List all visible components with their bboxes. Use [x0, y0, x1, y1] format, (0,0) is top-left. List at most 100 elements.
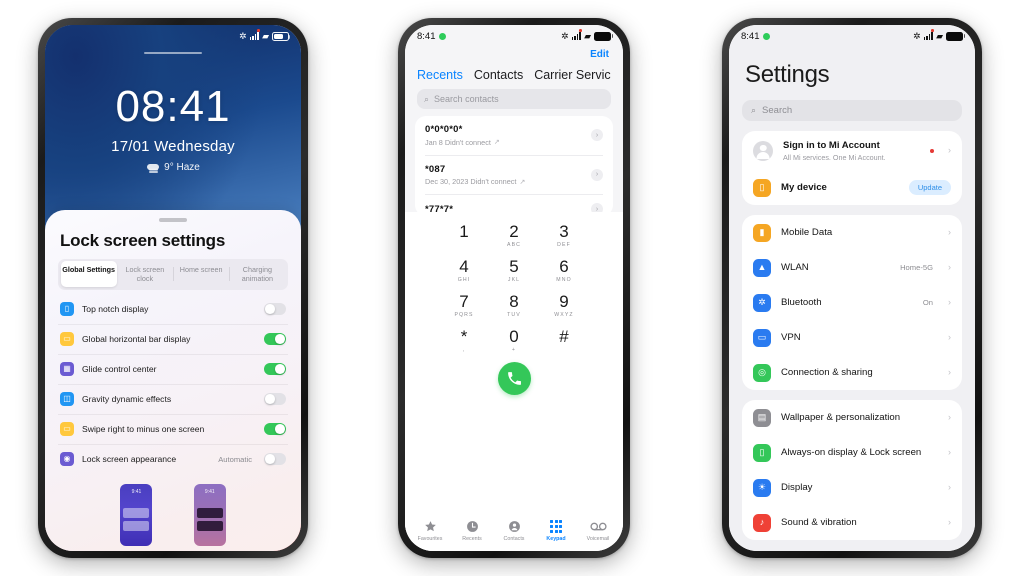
tab-contacts-bottom[interactable]: Contacts — [494, 520, 534, 542]
clock-icon — [452, 520, 492, 534]
tab-favourites[interactable]: Favourites — [410, 520, 450, 542]
lock-icon: ▯ — [753, 443, 771, 462]
tab-global-settings[interactable]: Global Settings — [60, 261, 117, 287]
row-bluetooth[interactable]: ✲ Bluetooth On › — [753, 285, 951, 320]
dial-key-0[interactable]: 0 + — [489, 328, 539, 353]
tab-recents-bottom[interactable]: Recents — [452, 520, 492, 542]
row-display[interactable]: ☀ Display › — [753, 470, 951, 505]
toggle-lock-screen-appearance[interactable] — [264, 452, 286, 466]
call-list-item[interactable]: 0*0*0*0* Jan 8 Didn't connect ↗ › — [425, 116, 603, 156]
setting-row-gravity-dynamic-effects[interactable]: ◫ Gravity dynamic effects — [58, 385, 288, 415]
chevron-right-icon: › — [948, 447, 951, 457]
dial-key-hash[interactable]: # — [539, 328, 589, 353]
dial-key-2[interactable]: 2 ABC — [489, 223, 539, 248]
tab-contacts[interactable]: Contacts — [474, 68, 523, 82]
dial-key-1[interactable]: 1 — [439, 223, 489, 248]
keypad-icon — [536, 520, 576, 534]
appearance-mode-picker: 9:41 Light mode 9:41 Dark mode — [58, 483, 288, 552]
call-info-button[interactable]: › — [591, 129, 603, 142]
dial-key-7[interactable]: 7 PQRS — [439, 293, 489, 318]
mode-option-light[interactable]: 9:41 Light mode — [117, 483, 157, 552]
tab-keypad[interactable]: Keypad — [536, 520, 576, 542]
device-label: My device — [781, 182, 827, 193]
row-sound-vibration[interactable]: ♪ Sound & vibration › — [753, 505, 951, 540]
toggle-global-horizontal-bar-display[interactable] — [264, 332, 286, 346]
bar-icon: ▭ — [60, 332, 74, 346]
dial-key-9[interactable]: 9 WXYZ — [539, 293, 589, 318]
setting-row-swipe-right-minus-one[interactable]: ▭ Swipe right to minus one screen — [58, 415, 288, 445]
signal-icon — [571, 29, 583, 40]
dial-key-5[interactable]: 5 JKL — [489, 258, 539, 283]
cloud-icon — [146, 163, 160, 173]
appearance-value: Automatic — [218, 454, 252, 464]
search-contacts-input[interactable]: ⌕ Search contacts — [417, 89, 611, 109]
dial-key-8[interactable]: 8 TUV — [489, 293, 539, 318]
search-icon: ⌕ — [424, 93, 430, 104]
toggle-swipe-right-minus-one[interactable] — [264, 422, 286, 436]
row-wallpaper-personalization[interactable]: ▤ Wallpaper & personalization › — [753, 400, 951, 435]
call-list-item[interactable]: *087 Dec 30, 2023 Didn't connect ↗ › — [425, 156, 603, 195]
tab-home-screen[interactable]: Home screen — [173, 261, 229, 287]
search-placeholder: Search — [762, 105, 793, 116]
notification-dot — [930, 148, 934, 153]
tab-charging-animation[interactable]: Charging animation — [229, 261, 285, 287]
signal-icon — [923, 29, 935, 40]
bluetooth-icon: ✲ — [561, 30, 569, 41]
bluetooth-icon: ✲ — [239, 30, 247, 41]
edit-button[interactable]: Edit — [417, 49, 611, 60]
setting-row-glide-control-center[interactable]: ▦ Glide control center — [58, 355, 288, 385]
dial-key-3[interactable]: 3 DEF — [539, 223, 589, 248]
dialer-tab-bar: Recents Contacts Carrier Servic — [417, 68, 611, 82]
settings-search-input[interactable]: ⌕ Search — [742, 100, 962, 121]
tab-voicemail[interactable]: Voicemail — [578, 520, 618, 542]
row-sign-in-mi-account[interactable]: Sign in to Mi Account All Mi services. O… — [753, 131, 951, 170]
avatar — [753, 140, 773, 161]
mode-option-dark[interactable]: 9:41 Dark mode — [190, 483, 229, 552]
phone2-status-bar: 8:41 ✲ ▰ — [405, 25, 623, 47]
settings-tab-bar: Global Settings Lock screen clock Home s… — [58, 258, 288, 290]
green-dot-icon — [438, 32, 446, 40]
lock-screen-settings-sheet: Lock screen settings Global Settings Loc… — [45, 210, 301, 551]
row-connection-sharing[interactable]: ◎ Connection & sharing › — [753, 355, 951, 390]
settings-app: 8:41 ✲ ▰ Settings ⌕ Search Sign in to Mi… — [729, 25, 975, 551]
wallpaper-icon: ▤ — [753, 408, 771, 427]
toggle-gravity-dynamic-effects[interactable] — [264, 392, 286, 406]
row-my-device[interactable]: ▯ My device Update — [753, 170, 951, 205]
dial-key-star[interactable]: *, — [439, 328, 489, 353]
phone2-screen: 8:41 ✲ ▰ Edit Recents Contacts Carrier S… — [405, 25, 623, 551]
tab-recents[interactable]: Recents — [417, 68, 463, 82]
appearance-icon: ◉ — [60, 452, 74, 466]
tab-carrier-services[interactable]: Carrier Servic — [534, 68, 610, 82]
row-mobile-data[interactable]: ▮ Mobile Data › — [753, 215, 951, 250]
chevron-right-icon: › — [948, 297, 951, 307]
setting-row-top-notch-display[interactable]: ▯ Top notch display — [58, 295, 288, 325]
setting-row-lock-screen-appearance[interactable]: ◉ Lock screen appearance Automatic — [58, 445, 288, 474]
setting-label: Gravity dynamic effects — [82, 394, 172, 404]
vpn-icon: ▭ — [753, 328, 771, 347]
voicemail-icon — [578, 520, 618, 534]
call-button[interactable] — [497, 362, 531, 395]
row-always-on-display-lock-screen[interactable]: ▯ Always-on display & Lock screen › — [753, 435, 951, 470]
sheet-grabber[interactable] — [159, 218, 187, 222]
dial-key-4[interactable]: 4 GHI — [439, 258, 489, 283]
row-wlan[interactable]: ▲ WLAN Home-5G › — [753, 250, 951, 285]
toggle-top-notch-display[interactable] — [264, 302, 286, 316]
notch-icon: ▯ — [60, 302, 74, 316]
toggle-glide-control-center[interactable] — [264, 362, 286, 376]
recent-calls-list: 0*0*0*0* Jan 8 Didn't connect ↗ › *087 De… — [415, 116, 613, 216]
call-info-button[interactable]: › — [591, 168, 603, 181]
light-mode-preview: 9:41 — [120, 483, 153, 546]
dark-mode-preview: 9:41 — [193, 483, 226, 546]
tab-lock-screen-clock[interactable]: Lock screen clock — [117, 261, 173, 287]
signal-icon — [249, 29, 261, 40]
outgoing-arrow-icon: ↗ — [493, 139, 500, 146]
dial-key-6[interactable]: 6 MNO — [539, 258, 589, 283]
update-badge[interactable]: Update — [908, 180, 951, 195]
screenshot-stage: ✲ ▰ 08:41 17/01 Wednesday 9° Haze Lock s… — [0, 0, 1024, 576]
setting-row-global-horizontal-bar-display[interactable]: ▭ Global horizontal bar display — [58, 325, 288, 355]
person-icon — [494, 520, 534, 534]
row-vpn[interactable]: ▭ VPN › — [753, 320, 951, 355]
lockscreen-clock-block: 08:41 17/01 Wednesday 9° Haze — [45, 85, 301, 174]
status-time: 8:41 — [741, 30, 760, 42]
dialer-bottom-tabbar: Favourites Recents Contacts Keypad Voice… — [405, 513, 623, 551]
